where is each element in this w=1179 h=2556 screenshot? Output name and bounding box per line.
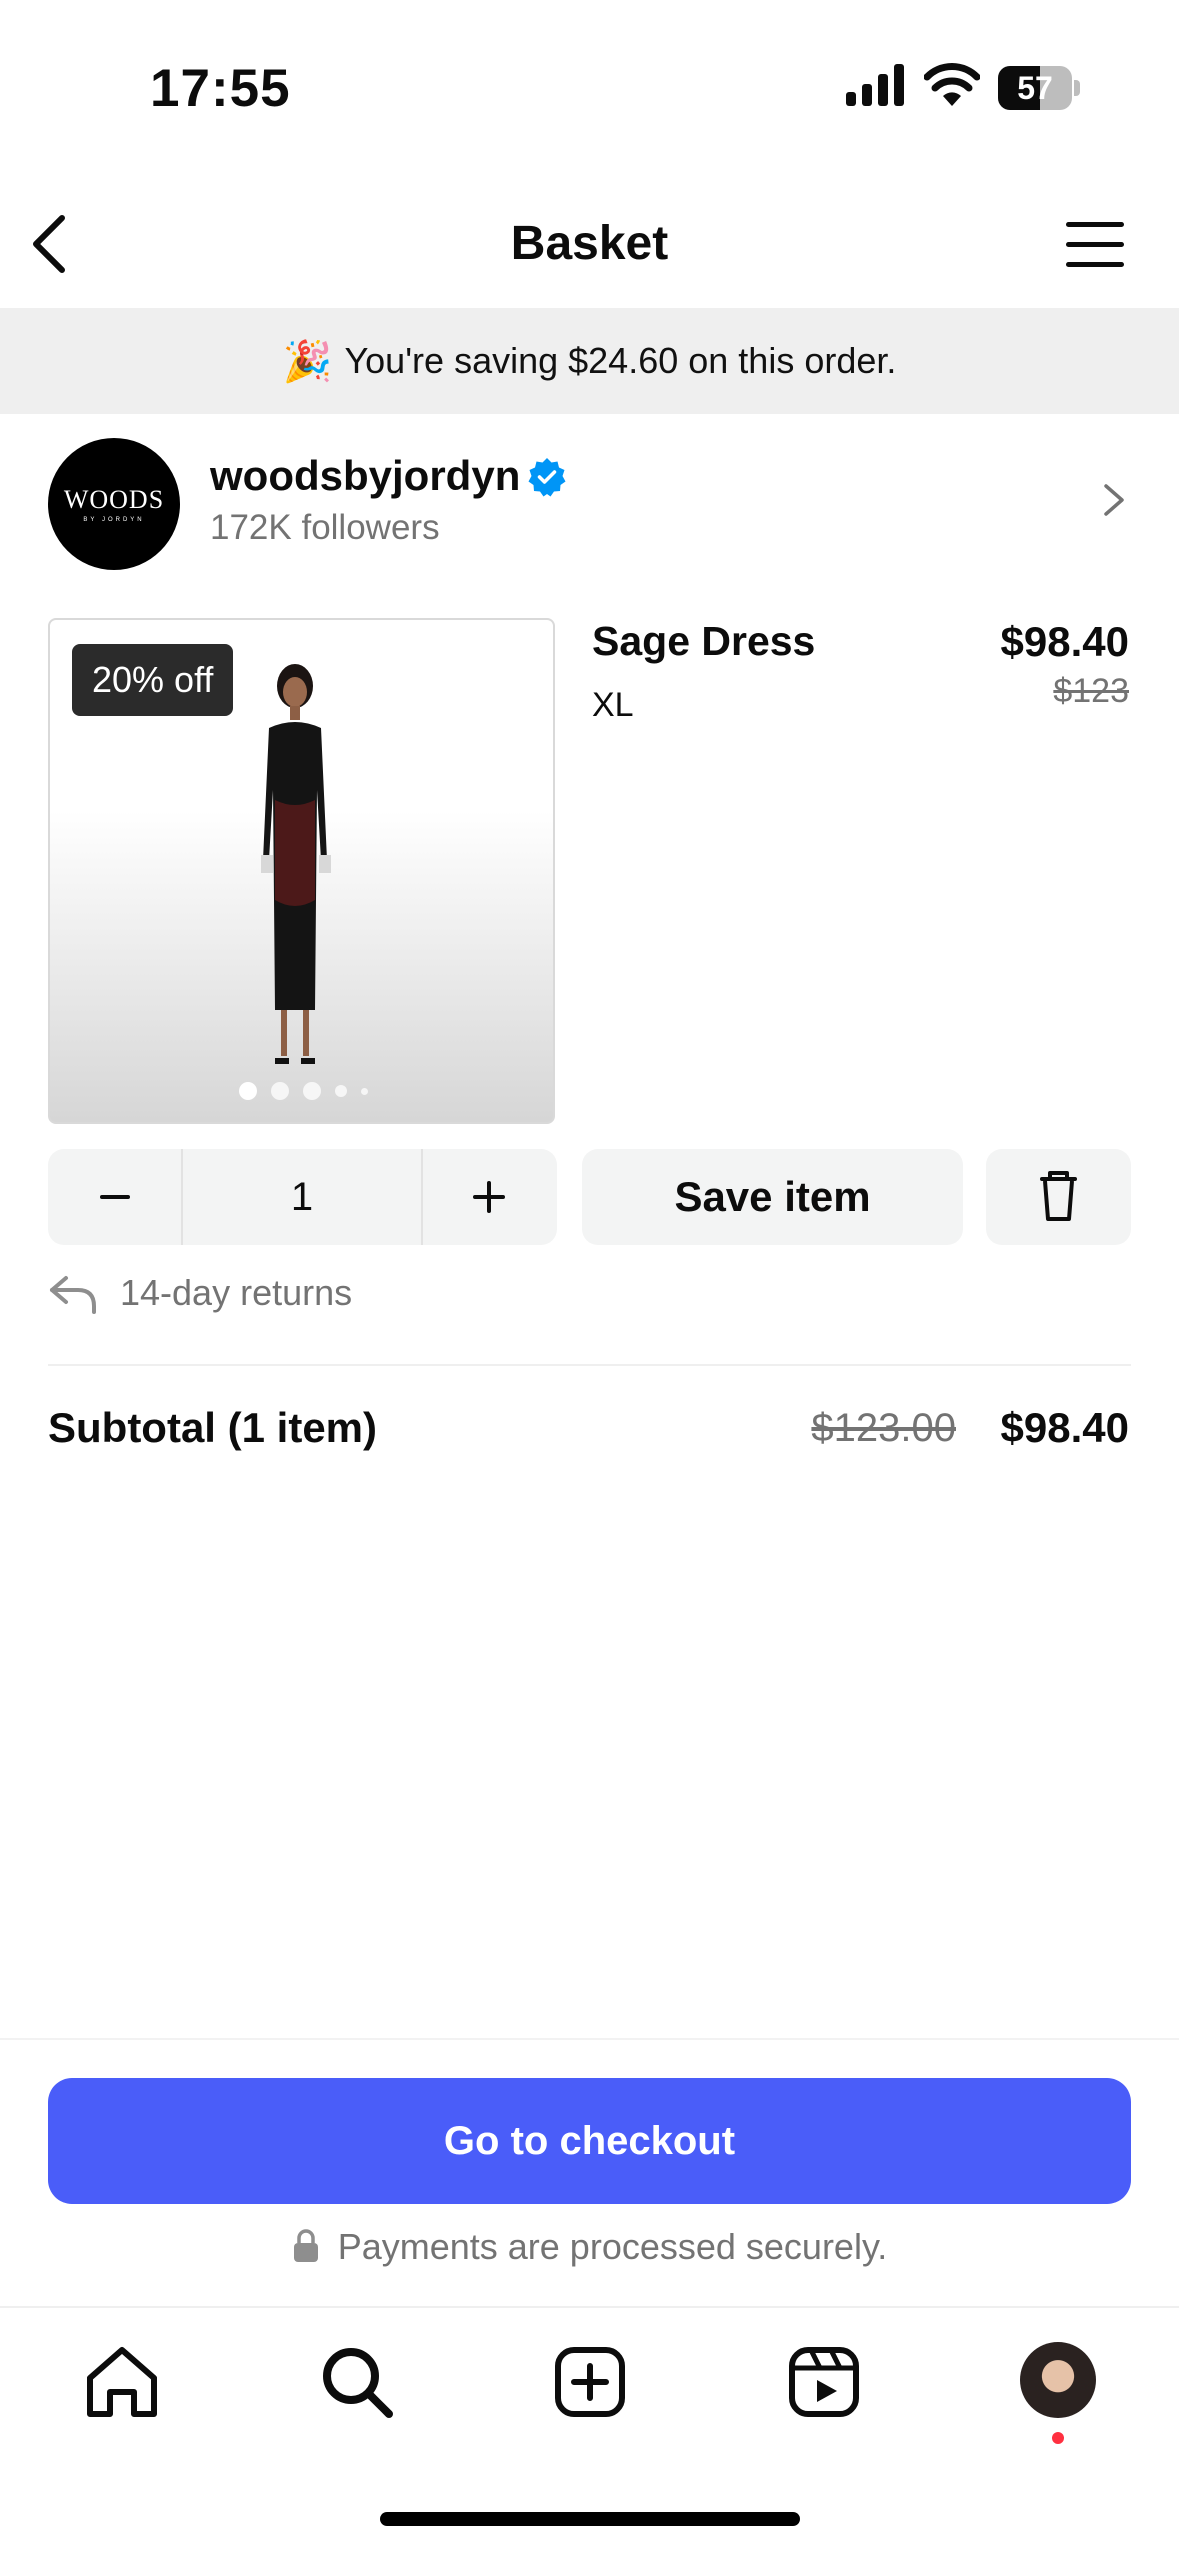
- battery-level: 57: [1017, 70, 1053, 106]
- chevron-right-icon[interactable]: [1096, 478, 1132, 522]
- pagination-dot: [335, 1085, 347, 1097]
- pagination-dot: [361, 1087, 368, 1095]
- seller-logo[interactable]: WOODS BY JORDYN: [48, 438, 180, 570]
- subtotal-original-price: $123.00: [811, 1406, 956, 1450]
- return-arrow-icon: [50, 1276, 96, 1314]
- battery-icon: 57: [998, 66, 1080, 110]
- seller-row[interactable]: WOODS BY JORDYN woodsbyjordyn 172K follo…: [0, 430, 1179, 570]
- create-icon[interactable]: [548, 2340, 632, 2424]
- status-time: 17:55: [150, 59, 291, 118]
- seller-followers: 172K followers: [210, 508, 440, 547]
- subtotal-total: $98.40: [1000, 1404, 1129, 1451]
- returns-text: 14-day returns: [120, 1272, 353, 1313]
- pagination-dot: [303, 1082, 321, 1100]
- secure-payment-note: Payments are processed securely.: [0, 2226, 1179, 2268]
- nav-bar: Basket: [0, 180, 1179, 308]
- secure-payment-text: Payments are processed securely.: [337, 2226, 888, 2267]
- search-icon[interactable]: [315, 2340, 399, 2424]
- pagination-dot-active: [239, 1082, 257, 1100]
- decrease-quantity-button[interactable]: [48, 1149, 181, 1245]
- savings-text: You're saving $24.60 on this order.: [344, 340, 897, 381]
- wifi-icon: [924, 63, 980, 106]
- divider: [48, 1364, 1131, 1366]
- reels-icon[interactable]: [782, 2340, 866, 2424]
- product-name[interactable]: Sage Dress: [592, 618, 815, 665]
- product-original-price: $123: [1053, 672, 1129, 710]
- page-title: Basket: [510, 217, 669, 270]
- seller-name[interactable]: woodsbyjordyn: [210, 452, 520, 500]
- pagination-dot: [271, 1082, 289, 1100]
- divider: [0, 2038, 1179, 2040]
- home-icon[interactable]: [80, 2340, 164, 2424]
- subtotal-label: Subtotal (1 item): [48, 1404, 378, 1451]
- lock-icon: [293, 2229, 318, 2262]
- product-price: $98.40: [1000, 618, 1129, 665]
- party-popper-icon: 🎉: [282, 339, 333, 384]
- menu-icon[interactable]: [1060, 210, 1130, 280]
- product-image[interactable]: 20% off: [48, 618, 555, 1124]
- save-item-button[interactable]: Save item: [582, 1149, 963, 1245]
- increase-quantity-button[interactable]: [423, 1149, 557, 1245]
- quantity-value: 1: [181, 1149, 423, 1245]
- checkout-button[interactable]: Go to checkout: [48, 2078, 1131, 2204]
- image-pagination-dots: [50, 1082, 553, 1100]
- profile-avatar[interactable]: [1020, 2342, 1096, 2418]
- product-size: XL: [592, 686, 634, 724]
- status-bar: 17:55 57: [0, 0, 1179, 170]
- trash-icon[interactable]: [986, 1149, 1131, 1245]
- quantity-stepper: 1: [48, 1149, 557, 1245]
- savings-banner: 🎉 You're saving $24.60 on this order.: [0, 308, 1179, 414]
- discount-badge: 20% off: [72, 644, 234, 716]
- dress-model-image: [261, 664, 331, 1064]
- home-indicator: [380, 2512, 800, 2526]
- notification-dot: [1052, 2432, 1064, 2444]
- verified-badge-icon: [528, 458, 566, 497]
- cellular-signal-icon: [846, 64, 904, 106]
- tab-bar-divider: [0, 2306, 1179, 2308]
